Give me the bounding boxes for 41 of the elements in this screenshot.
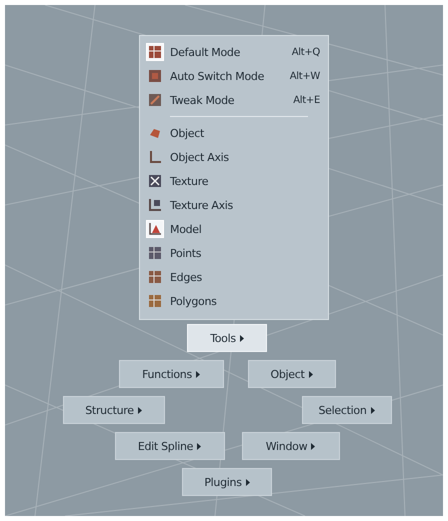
submenu-button[interactable]: Tools xyxy=(187,324,267,352)
menu-item-label: Polygons xyxy=(170,294,218,308)
menu-item-label: Tweak Mode xyxy=(170,94,236,106)
submenu-button[interactable]: Object xyxy=(248,360,336,388)
submenu-button[interactable]: Edit Spline xyxy=(114,432,224,460)
menu-item[interactable]: Object Axis xyxy=(140,145,328,169)
menu-item[interactable]: Texture xyxy=(140,169,328,193)
menu-item[interactable]: Object xyxy=(140,121,328,145)
menu-item-label: Object Axis xyxy=(170,150,230,164)
shortcut-label: Alt+Q xyxy=(292,46,320,58)
caret-icon xyxy=(138,406,142,414)
menu-item-label: Texture xyxy=(170,174,210,188)
menu-item[interactable]: Edges xyxy=(140,265,328,289)
menu-item[interactable]: Default Mode Alt+Q xyxy=(140,40,328,64)
caret-icon xyxy=(240,334,244,342)
menu-item[interactable]: Model xyxy=(140,217,328,241)
menu-item-label: Model xyxy=(170,222,203,236)
submenu-button[interactable]: Plugins xyxy=(182,468,272,496)
menu-item[interactable]: Polygons xyxy=(140,289,328,313)
caret-icon xyxy=(311,442,316,450)
caret-icon xyxy=(196,370,200,378)
menu-item-label: Auto Switch Mode xyxy=(170,70,266,82)
menu-item-label: Texture Axis xyxy=(170,198,234,212)
submenu-button[interactable]: Functions xyxy=(118,360,224,388)
submenu-button[interactable]: Window xyxy=(242,432,340,460)
menu-item-label: Points xyxy=(170,246,202,260)
menu-item[interactable]: Tweak Mode Alt+E xyxy=(140,88,328,112)
menu-item-label: Object xyxy=(170,126,206,140)
menu-item-label: Edges xyxy=(170,270,203,284)
menu-item-label: Default Mode xyxy=(170,46,242,58)
caret-icon xyxy=(246,478,250,486)
caret-icon xyxy=(308,370,313,378)
shortcut-label: Alt+W xyxy=(290,70,320,82)
caret-icon xyxy=(370,406,374,414)
caret-icon xyxy=(197,442,202,450)
submenu-button[interactable]: Selection xyxy=(302,396,392,424)
menu-item[interactable]: Texture Axis xyxy=(140,193,328,217)
menu-item[interactable]: Points xyxy=(140,241,328,265)
shortcut-label: Alt+E xyxy=(293,94,320,106)
submenu-button[interactable]: Structure xyxy=(62,396,164,424)
menu-item[interactable]: Auto Switch Mode Alt+W xyxy=(140,64,328,88)
